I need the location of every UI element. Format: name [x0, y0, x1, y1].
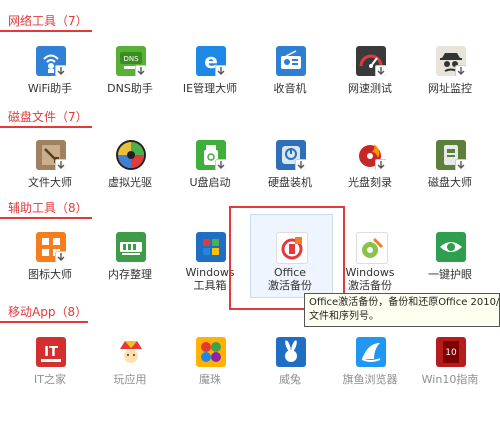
windows-toolbox-icon [196, 232, 226, 262]
download-badge-icon [135, 65, 146, 76]
file-master-icon [36, 140, 66, 170]
download-badge-icon [375, 159, 386, 170]
usb-boot-icon [196, 140, 226, 170]
spy-icon [436, 46, 466, 76]
tool-label: Win10指南 [421, 373, 479, 386]
tooltip-office-backup: Office激活备份，备份和还原Office 2010/20 文件和序列号。 [304, 293, 500, 327]
tool-label: 硬盘装机 [268, 176, 312, 189]
ithome-icon: IT [36, 337, 66, 367]
ie-icon: e [196, 46, 226, 76]
download-badge-icon [375, 65, 386, 76]
hdd-install-icon [276, 140, 306, 170]
icon-master-icon [36, 232, 66, 262]
section-underline [0, 30, 92, 32]
app-play-apps[interactable]: 玩应用 [90, 333, 170, 421]
tool-label: 一键护眼 [428, 268, 472, 281]
jester-icon [116, 337, 146, 367]
eye-icon [436, 232, 466, 262]
svg-text:DNS: DNS [123, 55, 139, 63]
download-badge-icon [455, 159, 466, 170]
tooltip-line2: 文件和序列号。 [309, 311, 379, 322]
tool-label: 玩应用 [113, 373, 147, 386]
section-header-disk: 磁盘文件（7） [0, 106, 470, 128]
tool-label: DNS助手 [107, 82, 153, 95]
speedometer-icon [356, 46, 386, 76]
download-badge-icon [55, 251, 66, 262]
section-underline [0, 217, 92, 219]
download-badge-icon [455, 65, 466, 76]
app-ithome[interactable]: IT IT之家 [10, 333, 90, 421]
tool-label: 虚拟光驱 [108, 176, 152, 189]
download-badge-icon [55, 159, 66, 170]
tool-label: 收音机 [273, 82, 307, 95]
svg-text:10: 10 [445, 348, 457, 358]
section-title: 移动App（8） [8, 305, 88, 319]
section-underline [0, 321, 88, 323]
app-magic-ball[interactable]: 魔珠 [170, 333, 250, 421]
dns-icon: DNS [116, 46, 146, 76]
tool-label: 网址监控 [428, 82, 472, 95]
disk-master-icon [436, 140, 466, 170]
tool-label: 旗鱼浏览器 [342, 373, 398, 386]
tool-label: 图标大师 [28, 268, 72, 281]
section-title: 网络工具（7） [8, 14, 88, 28]
tool-label: U盘启动 [189, 176, 231, 189]
tooltip-line1: Office激活备份，备份和还原Office 2010/20 [309, 297, 500, 308]
tool-label: 文件大师 [28, 176, 72, 189]
sailfish-icon [356, 337, 386, 367]
section-header-network: 网络工具（7） [0, 10, 470, 32]
wifi-person-icon [36, 46, 66, 76]
tool-label: 威兔 [279, 373, 301, 386]
virtual-drive-icon [116, 140, 146, 170]
section-title: 磁盘文件（7） [8, 110, 88, 124]
download-badge-icon [215, 65, 226, 76]
magic-ball-icon [196, 337, 226, 367]
tool-label: WiFi助手 [27, 82, 73, 95]
tool-label: 内存整理 [108, 268, 152, 281]
memory-icon [116, 232, 146, 262]
tool-label: 魔珠 [199, 373, 221, 386]
rabbit-icon [276, 337, 306, 367]
svg-text:IT: IT [44, 345, 58, 360]
download-badge-icon [55, 65, 66, 76]
download-badge-icon [295, 159, 306, 170]
app-sailfish-browser[interactable]: 旗鱼浏览器 [330, 333, 410, 421]
section-title: 辅助工具（8） [8, 201, 88, 215]
tool-label: IT之家 [34, 373, 66, 386]
download-badge-icon [215, 159, 226, 170]
tool-label: 光盘刻录 [348, 176, 392, 189]
tool-label: IE管理大师 [182, 82, 238, 95]
section-underline [0, 126, 92, 128]
win10-guide-icon: 10 [436, 337, 466, 367]
radio-icon [276, 46, 306, 76]
row-mobile: IT IT之家 玩应用 魔珠 威兔 旗鱼浏览器 10 Win10指南 [0, 333, 500, 421]
tool-label: 磁盘大师 [428, 176, 472, 189]
disc-burn-icon [356, 140, 386, 170]
windows-backup-icon [356, 232, 388, 264]
tool-label: 网速测试 [348, 82, 392, 95]
app-weitu[interactable]: 威兔 [250, 333, 330, 421]
app-win10-guide[interactable]: 10 Win10指南 [410, 333, 490, 421]
